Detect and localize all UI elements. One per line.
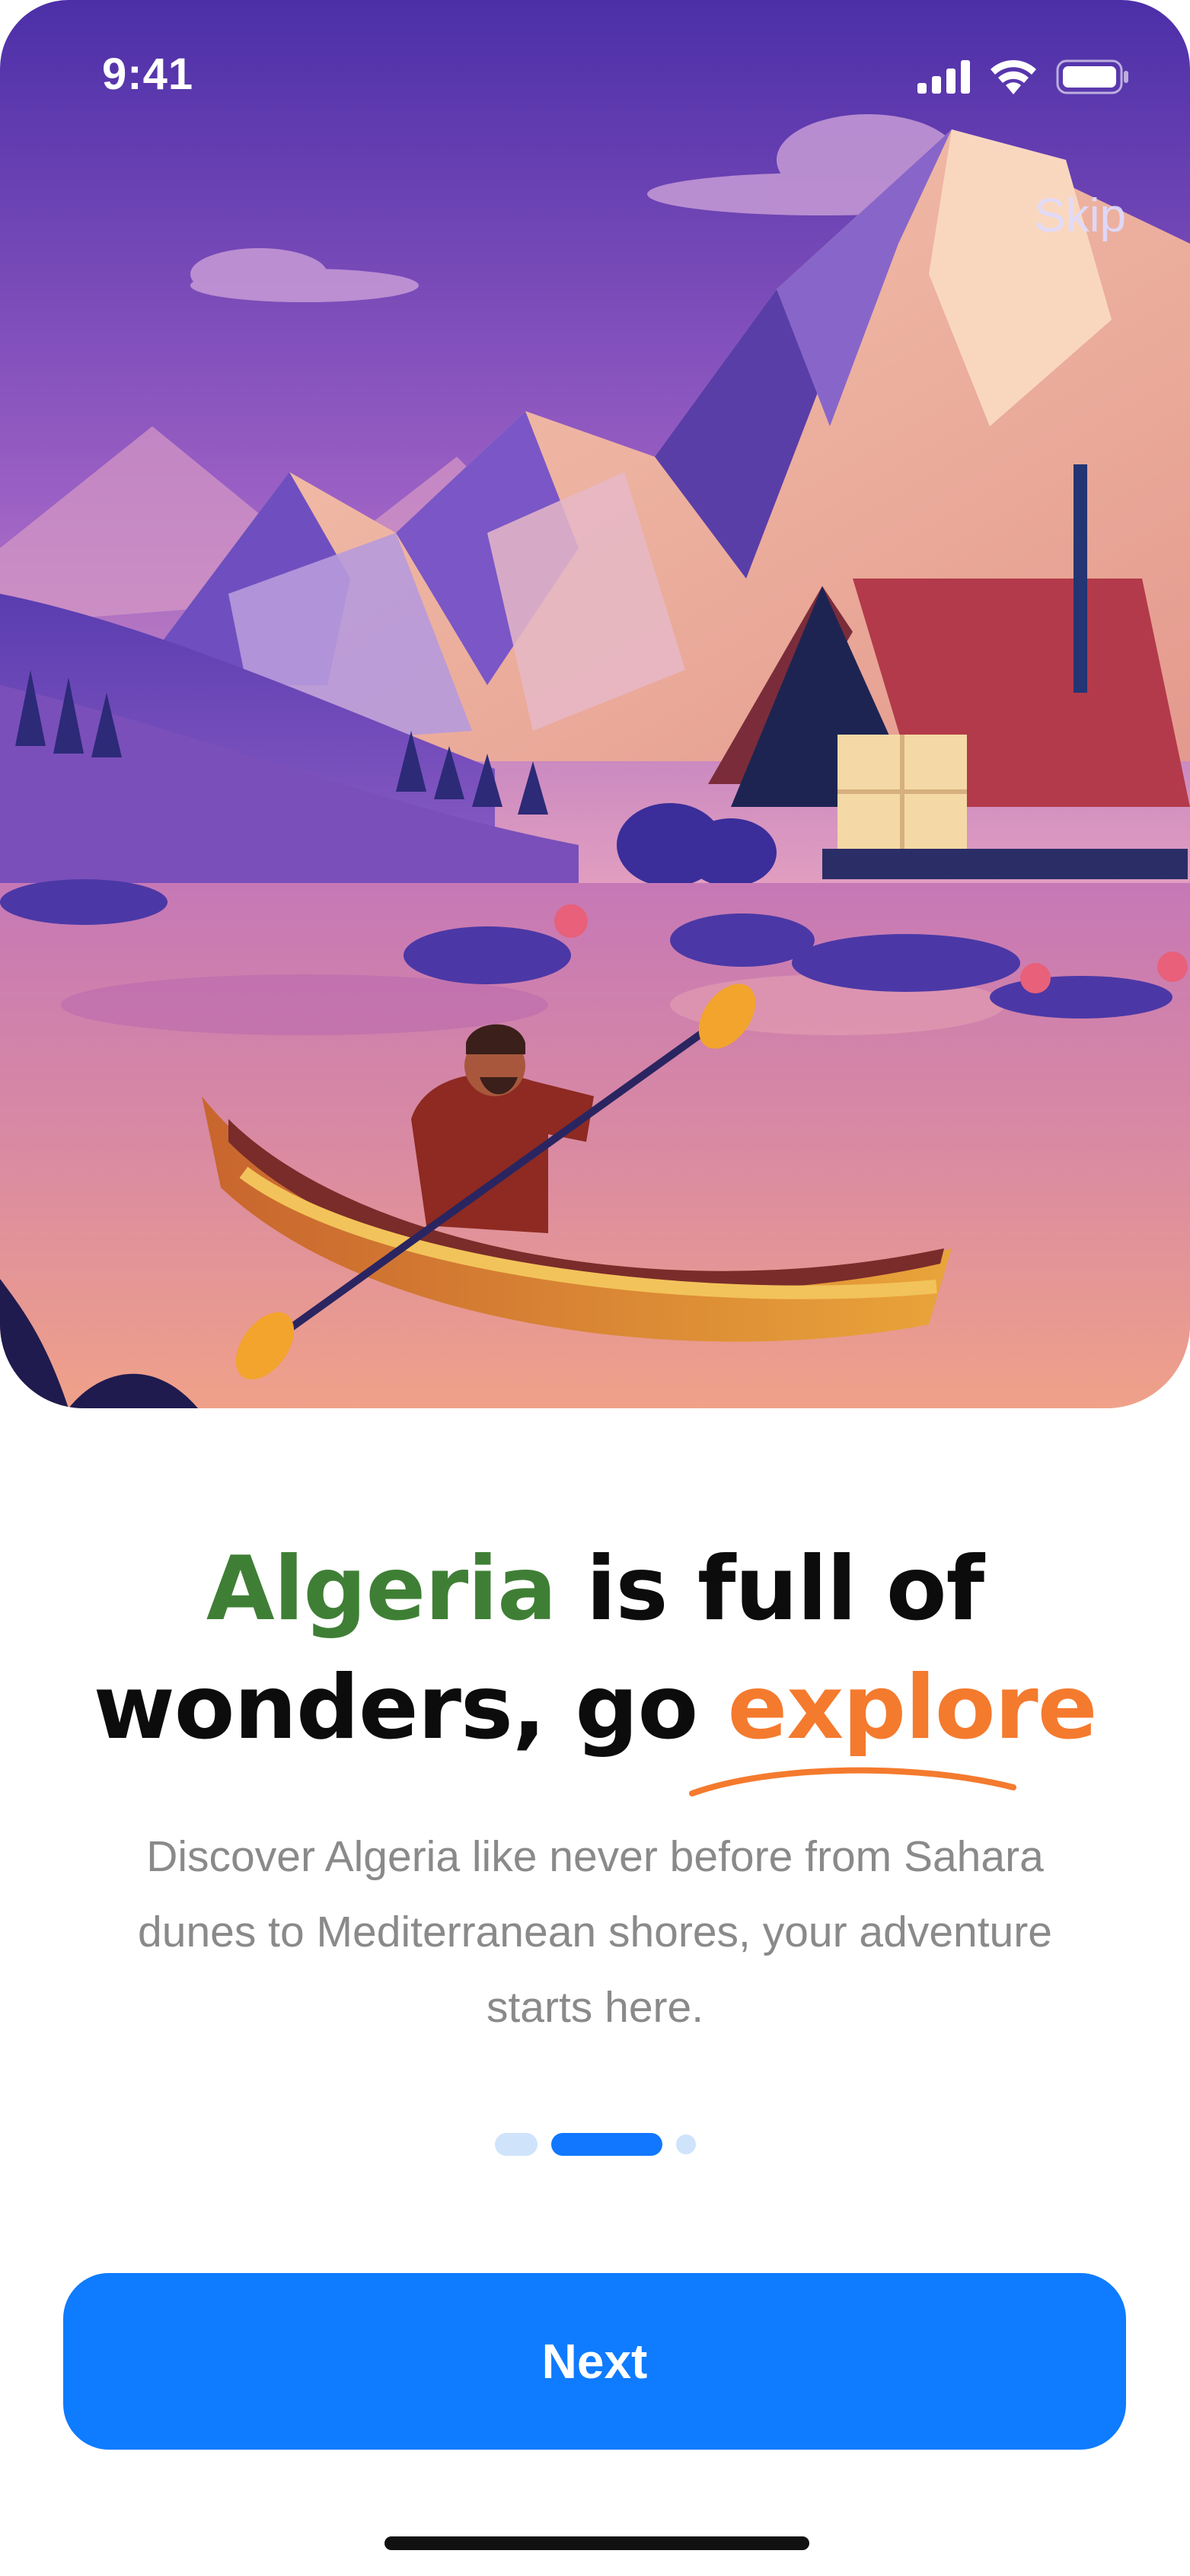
cellular-signal-icon bbox=[917, 60, 971, 97]
home-indicator bbox=[384, 2536, 809, 2550]
headline-highlight-explore: explore bbox=[727, 1656, 1098, 1759]
battery-icon bbox=[1056, 59, 1129, 97]
page-dot-1 bbox=[494, 2133, 538, 2156]
next-button[interactable]: Next bbox=[63, 2273, 1126, 2450]
onboarding-headline: Algeria is full of wonders, go explore bbox=[0, 1530, 1190, 1768]
status-icons bbox=[917, 59, 1129, 97]
page-dot-2-active bbox=[550, 2133, 662, 2156]
page-indicator bbox=[0, 2133, 1190, 2156]
onboarding-screen: 9:41 Skip Algeria is full of wonders, go… bbox=[0, 0, 1190, 2576]
status-time: 9:41 bbox=[102, 49, 194, 99]
status-bar: 9:41 bbox=[0, 0, 1190, 152]
headline-text-2: wonders, go bbox=[93, 1656, 728, 1759]
explore-underline-swoosh bbox=[689, 1767, 1016, 1797]
headline-highlight-country: Algeria bbox=[206, 1538, 557, 1640]
onboarding-description: Discover Algeria like never before from … bbox=[138, 1832, 1052, 2032]
hero-illustration bbox=[0, 0, 1190, 1408]
page-dot-3 bbox=[675, 2134, 696, 2154]
headline-text-1: is full of bbox=[556, 1538, 984, 1640]
wifi-icon bbox=[989, 59, 1038, 97]
skip-button[interactable]: Skip bbox=[1034, 189, 1126, 243]
